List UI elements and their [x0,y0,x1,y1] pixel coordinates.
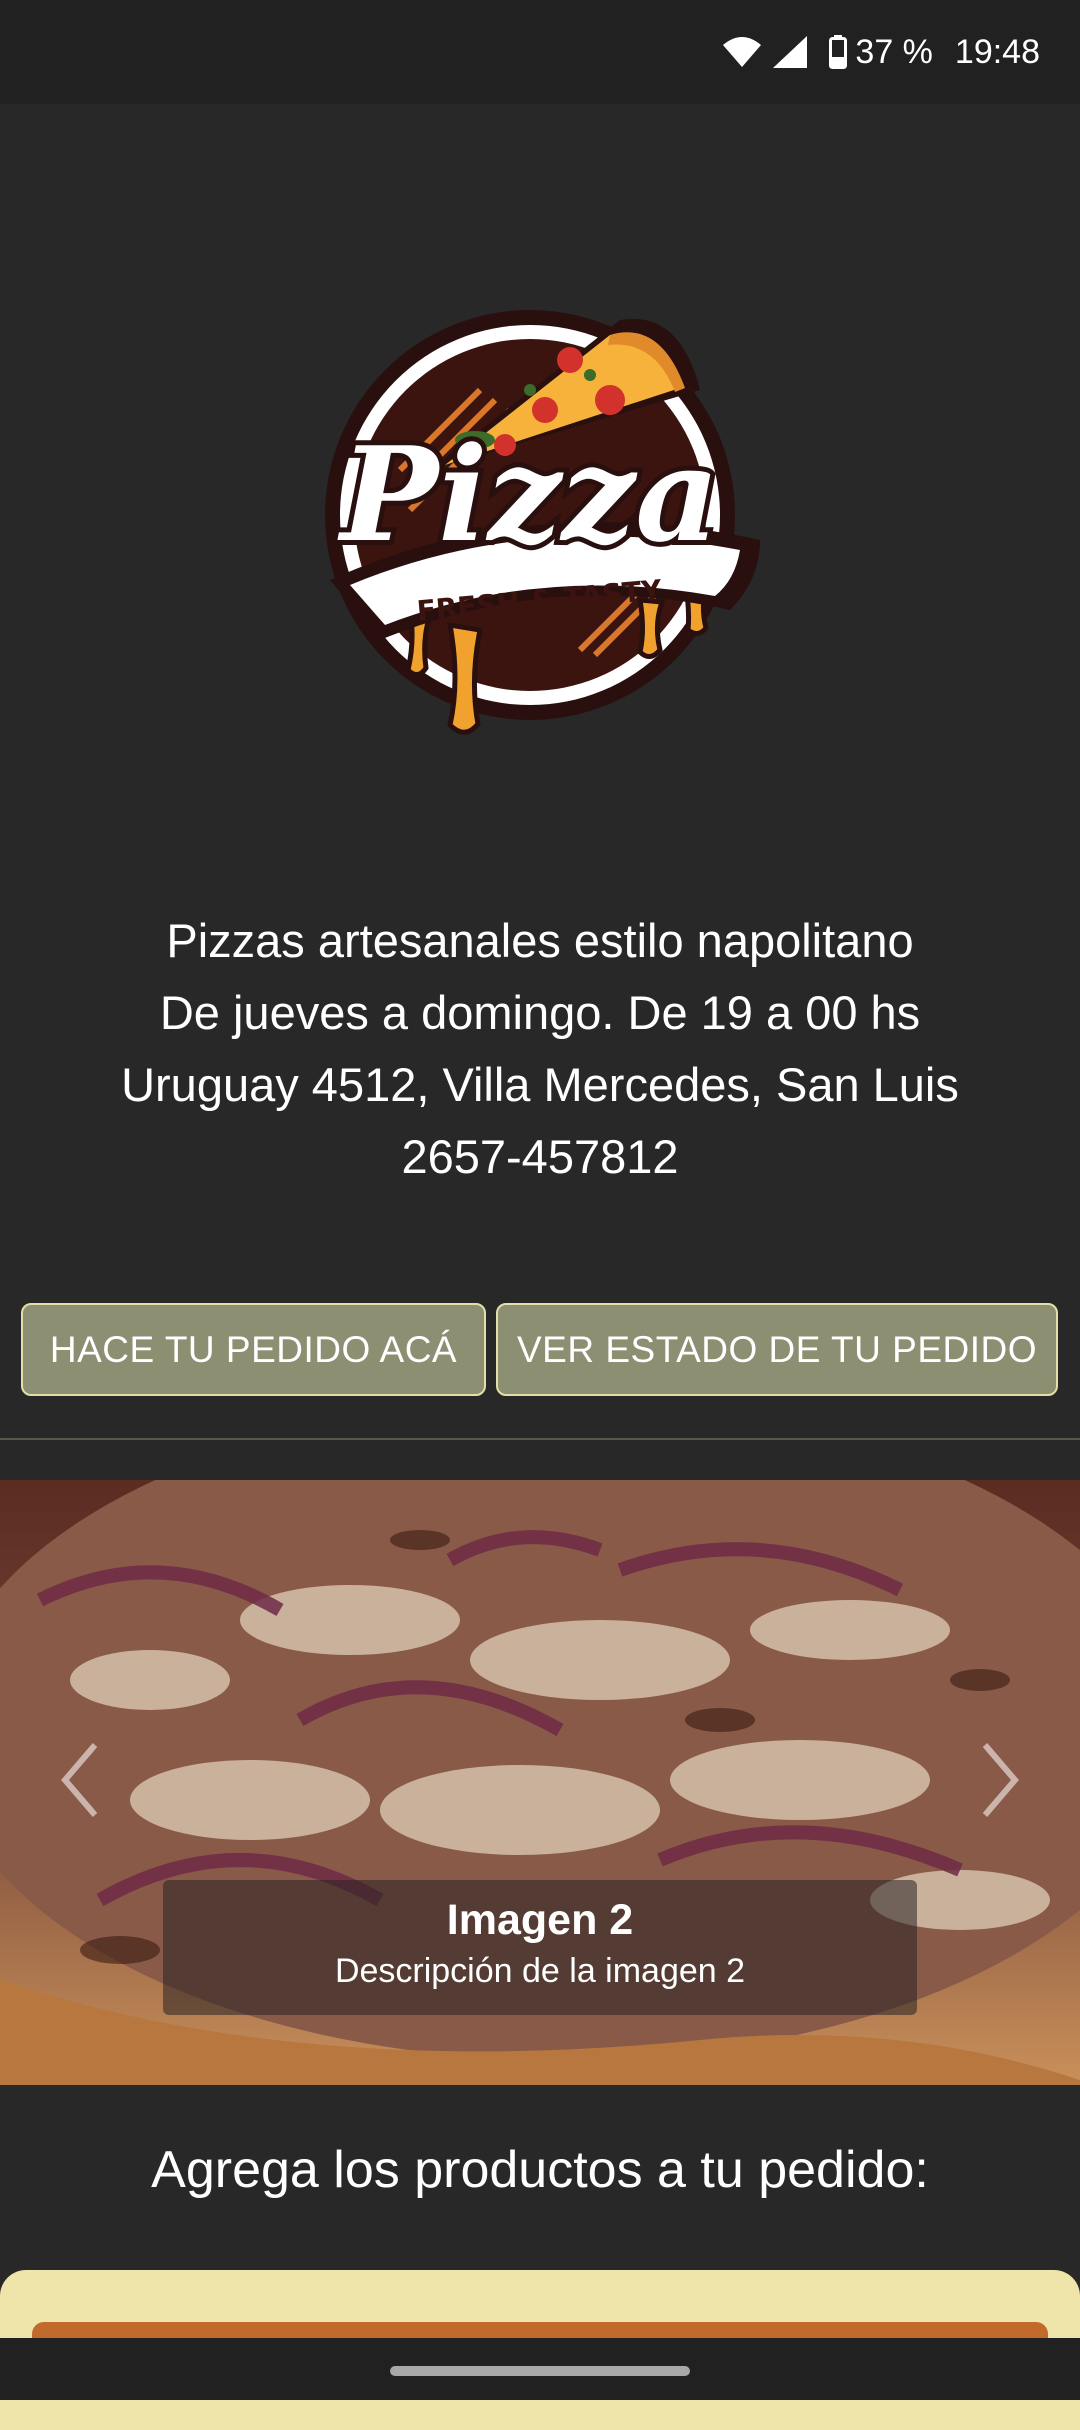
info-description: Pizzas artesanales estilo napolitano [166,914,914,967]
navigation-bar [0,2338,1080,2400]
caption-description: Descripción de la imagen 2 [334,1952,746,1990]
logo-title: Pizza [336,418,719,571]
info-hours: De jueves a domingo. De 19 a 00 hs [159,986,921,1039]
battery-icon [829,35,848,69]
order-button[interactable]: HACE TU PEDIDO ACÁ [21,1303,486,1396]
clock-time: 19:48 [954,32,1040,71]
caption-title: Imagen 2 [446,1896,634,1944]
carousel-caption: Imagen 2 Descripción de la imagen 2 [163,1880,917,2015]
signal-icon [773,36,808,68]
products-section-title: Agrega los productos a tu pedido: [151,2141,929,2199]
chevron-right-icon[interactable] [970,1730,1030,1830]
info-address: Uruguay 4512, Villa Mercedes, San Luis [121,1058,959,1111]
status-bar: 37 % 19:48 [0,0,1080,104]
info-phone: 2657-457812 [401,1130,679,1183]
chevron-left-icon[interactable] [50,1730,110,1830]
pizza-logo: Pizza FRESH & TASTY [290,280,790,760]
divider [0,1438,1080,1440]
restaurant-info: Pizzas artesanales estilo napolitano De … [0,905,1080,1193]
battery-percent: 37 % [855,32,933,71]
order-status-button[interactable]: VER ESTADO DE TU PEDIDO [496,1303,1058,1396]
image-carousel[interactable]: Imagen 2 Descripción de la imagen 2 [0,1480,1080,2085]
wifi-icon [723,37,762,67]
home-handle[interactable] [390,2366,690,2376]
